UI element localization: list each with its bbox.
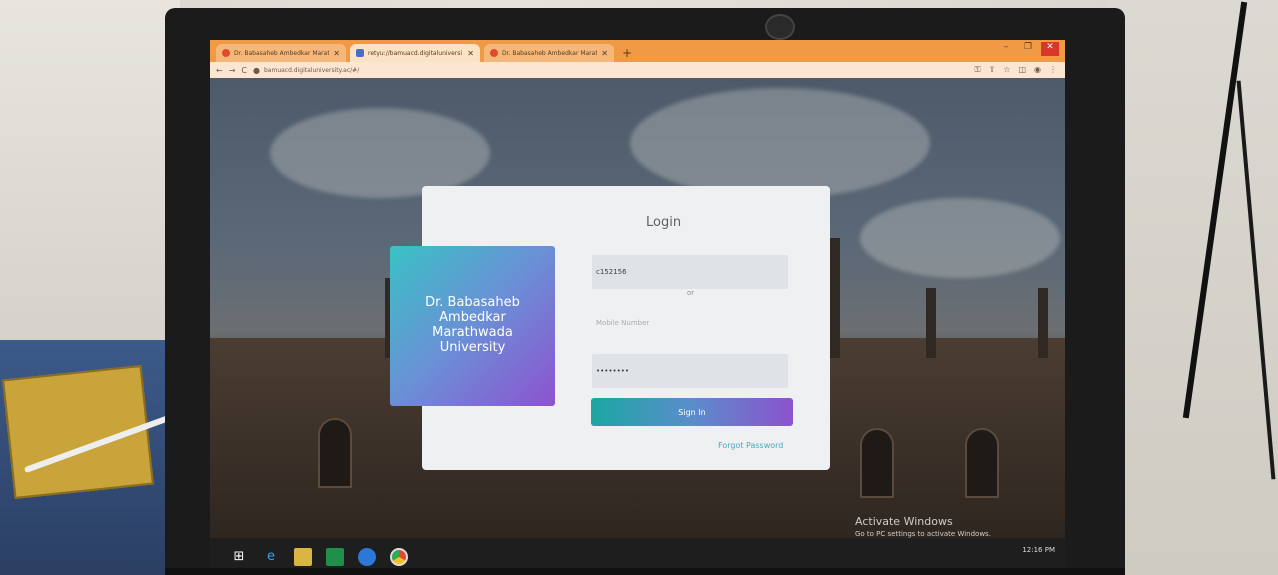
sidepanel-icon[interactable]: ◫ <box>1018 65 1026 75</box>
window-controls: – ❐ ✕ <box>997 42 1059 56</box>
reload-icon[interactable]: C <box>241 66 247 75</box>
internet-explorer-icon[interactable]: e <box>262 548 280 566</box>
browser-tab[interactable]: Dr. Babasaheb Ambedkar Marat ✕ <box>484 44 614 62</box>
forgot-password-link[interactable]: Forgot Password <box>718 441 783 450</box>
maximize-button[interactable]: ❐ <box>1019 42 1037 56</box>
wall-background-right <box>1108 0 1278 575</box>
activate-subtext: Go to PC settings to activate Windows. <box>855 530 991 538</box>
building-window <box>860 428 894 498</box>
building-window <box>318 418 352 488</box>
username-input[interactable]: c152156 <box>592 255 788 289</box>
bookmark-star-icon[interactable]: ☆ <box>1003 65 1010 75</box>
chrome-icon[interactable] <box>390 547 408 566</box>
spire <box>830 238 840 358</box>
close-tab-icon[interactable]: ✕ <box>467 49 474 58</box>
mobile-number-input[interactable]: Mobile Number <box>592 306 788 340</box>
store-icon[interactable] <box>326 547 344 566</box>
cloud <box>860 198 1060 278</box>
cloud <box>630 88 930 198</box>
forward-arrow-icon[interactable]: → <box>229 66 236 75</box>
login-title: Login <box>646 215 682 230</box>
tab-label: Dr. Babasaheb Ambedkar Marat <box>234 49 330 57</box>
edge-icon[interactable] <box>358 547 376 566</box>
webcam-icon <box>765 14 795 40</box>
minimize-button[interactable]: – <box>997 42 1015 56</box>
university-logo-box: Dr. Babasaheb Ambedkar Marathwada Univer… <box>390 246 555 406</box>
toolbar-icons: ⚿ ⇪ ☆ ◫ ◉ ⋮ <box>974 65 1057 75</box>
chrome-favicon-icon <box>222 49 230 57</box>
spire <box>926 288 936 358</box>
screen: Dr. Babasaheb Ambedkar Marat ✕ retyu://b… <box>210 40 1065 575</box>
monitor-base <box>165 568 1125 575</box>
browser-tab-active[interactable]: retyu://bamuacd.digitaluniversi ✕ <box>350 44 480 62</box>
browser-tab[interactable]: Dr. Babasaheb Ambedkar Marat ✕ <box>216 44 346 62</box>
or-divider: or <box>687 289 695 297</box>
browser-titlebar: Dr. Babasaheb Ambedkar Marat ✕ retyu://b… <box>210 40 1065 62</box>
close-window-button[interactable]: ✕ <box>1041 42 1059 56</box>
close-tab-icon[interactable]: ✕ <box>333 49 340 58</box>
spire <box>1038 288 1048 358</box>
site-favicon-icon <box>356 49 364 57</box>
back-arrow-icon[interactable]: ← <box>216 66 223 75</box>
key-icon[interactable]: ⚿ <box>974 65 980 75</box>
wall-background <box>0 0 180 360</box>
university-name: Dr. Babasaheb Ambedkar Marathwada Univer… <box>425 295 520 355</box>
cloud <box>270 108 490 198</box>
chrome-favicon-icon <box>490 49 498 57</box>
activate-windows-watermark: Activate Windows Go to PC settings to ac… <box>855 515 991 538</box>
profile-avatar-icon[interactable]: ◉ <box>1034 65 1041 75</box>
browser-toolbar: ← → C ● bamuacd.digitaluniversity.ac/#/ … <box>210 62 1065 78</box>
tab-label: retyu://bamuacd.digitaluniversi <box>368 49 463 57</box>
file-explorer-icon[interactable] <box>294 547 312 566</box>
clock[interactable]: 12:16 PM <box>1022 546 1055 554</box>
tab-label: Dr. Babasaheb Ambedkar Marat <box>502 49 598 57</box>
monitor: Dr. Babasaheb Ambedkar Marat ✕ retyu://b… <box>165 8 1125 575</box>
sign-in-button[interactable]: Sign In <box>591 398 793 426</box>
windows-start-icon[interactable]: ⊞ <box>230 548 248 566</box>
building-window <box>965 428 999 498</box>
activate-heading: Activate Windows <box>855 515 953 528</box>
share-icon[interactable]: ⇪ <box>989 65 996 75</box>
lock-icon: ● <box>253 65 260 75</box>
password-input[interactable]: •••••••• <box>592 354 788 388</box>
menu-kebab-icon[interactable]: ⋮ <box>1049 65 1057 75</box>
close-tab-icon[interactable]: ✕ <box>601 49 608 58</box>
new-tab-button[interactable]: + <box>622 46 632 60</box>
address-bar[interactable]: bamuacd.digitaluniversity.ac/#/ <box>264 67 359 74</box>
